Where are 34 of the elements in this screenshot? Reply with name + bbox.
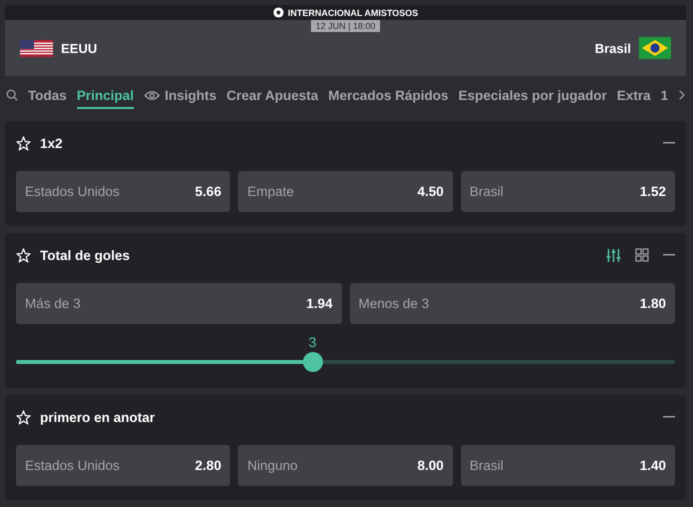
odds-button[interactable]: Ninguno 8.00 [238,445,453,486]
tab[interactable]: 1 [660,82,668,108]
odds-button[interactable]: Estados Unidos 2.80 [16,445,230,486]
market-title: Total de goles [40,248,130,262]
star-icon[interactable] [16,248,31,262]
slider-thumb[interactable] [302,352,323,372]
odds-button[interactable]: Empate 4.50 [238,171,453,212]
match-time: 12 JUN | 18:00 [310,20,380,32]
odds-button[interactable]: Más de 3 1.94 [16,283,342,324]
tab[interactable]: Insights [144,82,216,108]
star-icon[interactable] [16,136,31,150]
tab[interactable]: Extra [616,82,651,108]
flag-icon [20,40,53,56]
tab[interactable]: Principal [76,82,134,108]
tab[interactable]: Especiales por jugador [458,82,607,108]
tab[interactable]: Crear Apuesta [226,82,318,108]
away-team: Brasil [594,40,631,56]
market-title: 1x2 [40,136,63,150]
competition-title: INTERNACIONAL AMISTOSOS [288,8,418,18]
chevron-right-icon[interactable] [678,89,685,101]
slider-value: 3 [308,334,316,350]
odds-button[interactable]: Menos de 3 1.80 [350,283,675,324]
flag-icon [639,37,671,59]
odds-button[interactable]: Brasil 1.52 [460,171,675,212]
sliders-icon[interactable] [606,248,621,262]
grid-icon[interactable] [635,248,649,262]
market-title: primero en anotar [40,410,155,424]
home-team: EEUU [61,40,98,56]
tab[interactable]: Mercados Rápidos [328,82,448,108]
star-icon[interactable] [16,410,31,424]
tab[interactable]: Todas [28,82,67,108]
odds-button[interactable]: Estados Unidos 5.66 [16,171,230,212]
odds-button[interactable]: Brasil 1.40 [460,445,675,486]
search-icon[interactable] [6,88,18,102]
